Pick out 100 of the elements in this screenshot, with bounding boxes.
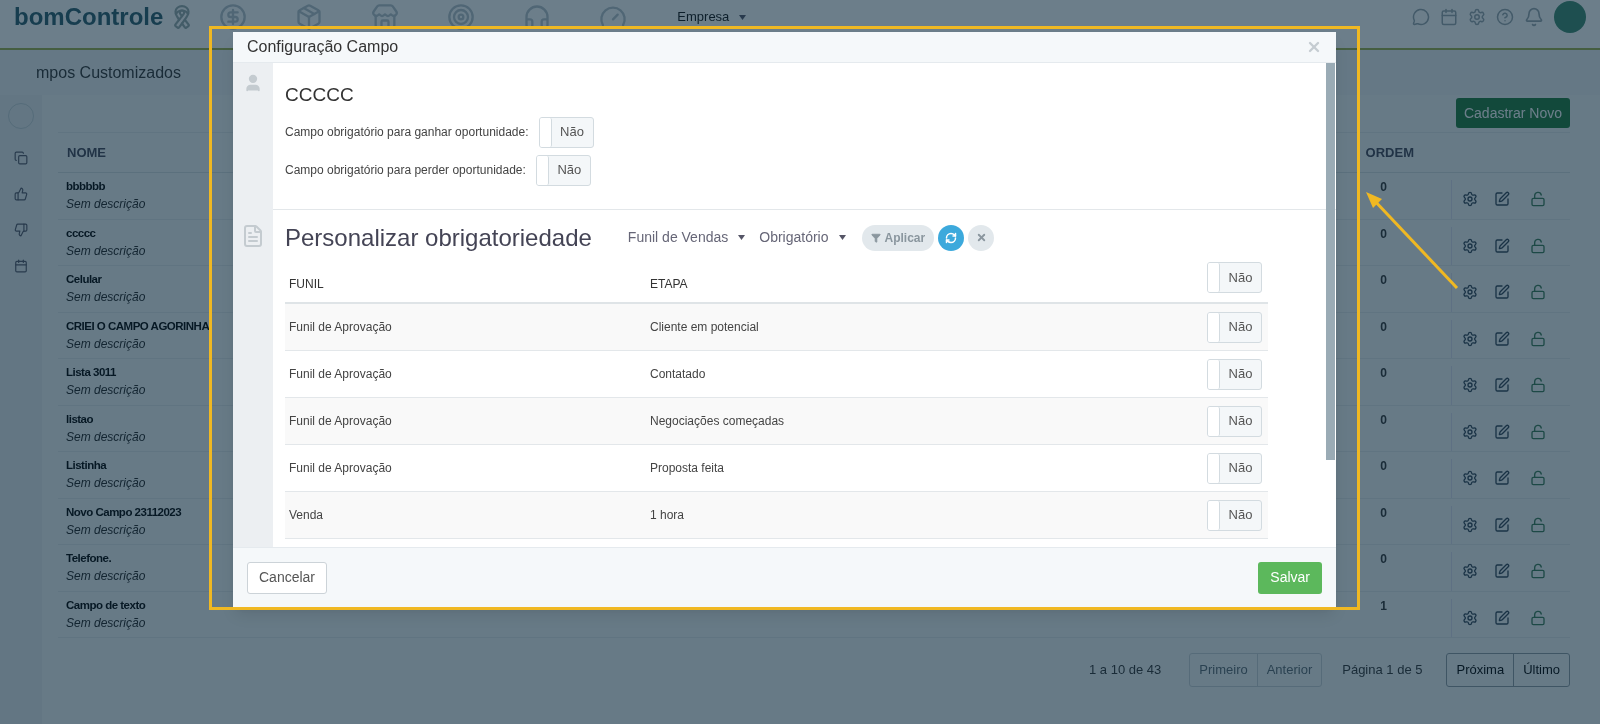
settings-icon[interactable]	[1462, 609, 1478, 626]
nav-icon[interactable]	[219, 3, 248, 31]
edit-icon[interactable]	[1494, 563, 1510, 580]
page-title: mpos Customizados	[36, 62, 181, 83]
table-cell-text: 1 hora	[650, 507, 686, 524]
edit-icon[interactable]	[1494, 191, 1510, 208]
filter-dropdown[interactable]: Funil de Vendas	[627, 227, 746, 248]
unlock-icon[interactable]	[1530, 191, 1546, 208]
settings-icon[interactable]	[1462, 191, 1478, 208]
toggle-switch[interactable]: Não	[535, 154, 591, 186]
column-header: FUNIL	[288, 275, 325, 293]
field-name: Celular	[66, 272, 103, 287]
table-cell-text: Contatado	[650, 366, 707, 383]
order-cell-text: 0	[1380, 504, 1387, 522]
thumbs-up-icon[interactable]	[14, 187, 28, 201]
unlock-icon[interactable]	[1530, 516, 1546, 533]
notification-icon[interactable]	[1524, 7, 1544, 27]
edit-icon[interactable]	[1494, 609, 1510, 626]
edit-icon[interactable]	[1494, 377, 1510, 394]
unlock-icon[interactable]	[1530, 563, 1546, 580]
caret-icon	[739, 14, 747, 20]
pagination-button[interactable]: Último	[1513, 654, 1569, 686]
edit-icon[interactable]	[1494, 516, 1510, 533]
table-cell-text: Funil de Aprovação	[288, 460, 393, 477]
field-name: CRIEI O CAMPO AGORINHA	[66, 318, 210, 334]
calendar-icon[interactable]	[14, 259, 28, 273]
field-description: Sem descrição	[66, 335, 147, 353]
chat-icon[interactable]	[1412, 8, 1430, 26]
unlock-icon[interactable]	[1530, 609, 1546, 626]
caret-icon	[738, 235, 746, 240]
order-cell-text: 0	[1380, 225, 1387, 243]
toggle-switch[interactable]: Não	[1207, 262, 1262, 293]
nav-icon[interactable]	[295, 3, 324, 31]
toggle-switch[interactable]: Não	[538, 116, 594, 148]
table-cell-text: Funil de Aprovação	[288, 366, 393, 383]
settings-icon[interactable]	[1462, 284, 1478, 301]
table-cell-text: Funil de Aprovação	[288, 413, 393, 430]
close-icon	[975, 232, 987, 243]
field-description: Sem descrição	[66, 289, 146, 307]
field-name: Lista 3011	[66, 365, 117, 380]
unlock-icon[interactable]	[1530, 237, 1546, 254]
copy-icon[interactable]	[14, 151, 28, 165]
cancel-button[interactable]: Cancelar	[247, 561, 328, 594]
nav-icon[interactable]	[447, 3, 476, 31]
settings-icon[interactable]	[1462, 563, 1478, 580]
pagination-range: 1 a 10 de 43	[1089, 661, 1162, 679]
filter-dropdown[interactable]: Obrigatório	[759, 227, 846, 248]
setting-label: Campo obrigatório para perder oportunidade:	[285, 162, 526, 179]
calendar-icon[interactable]	[1440, 8, 1458, 26]
column-header: ORDEM	[1365, 143, 1414, 162]
order-cell-text: 1	[1380, 597, 1387, 615]
scrollbar[interactable]	[1326, 63, 1335, 460]
unlock-icon[interactable]	[1530, 470, 1546, 487]
clear-button[interactable]	[968, 224, 995, 251]
settings-icon[interactable]	[1462, 516, 1478, 533]
table-cell-text: Negociações começadas	[650, 413, 786, 430]
pagination-button[interactable]: Próxima	[1447, 654, 1514, 686]
edit-icon[interactable]	[1494, 423, 1510, 440]
order-cell-text: 0	[1380, 318, 1387, 336]
edit-icon[interactable]	[1494, 470, 1510, 487]
field-description: Sem descrição	[66, 428, 146, 446]
settings-icon[interactable]	[1462, 237, 1478, 254]
field-name: Campo de texto	[66, 597, 146, 613]
settings-icon[interactable]	[1468, 8, 1486, 26]
field-description: Sem descrição	[66, 242, 146, 260]
column-header: NOME	[67, 143, 106, 162]
help-icon[interactable]	[1496, 8, 1514, 26]
edit-icon[interactable]	[1494, 330, 1510, 347]
thumbs-down-icon[interactable]	[14, 223, 28, 237]
avatar[interactable]	[1554, 1, 1586, 33]
order-cell-text: 0	[1380, 411, 1387, 429]
unlock-icon[interactable]	[1530, 377, 1546, 394]
toggle-switch[interactable]: Não	[1207, 499, 1262, 531]
order-cell-text: 0	[1380, 272, 1387, 289]
field-name: listao	[66, 411, 95, 427]
refresh-button[interactable]	[938, 224, 965, 251]
settings-icon[interactable]	[1462, 470, 1478, 487]
unlock-icon[interactable]	[1530, 423, 1546, 440]
edit-icon[interactable]	[1494, 284, 1510, 301]
field-description: Sem descrição	[66, 521, 147, 539]
toggle-switch[interactable]: Não	[1207, 311, 1262, 343]
edit-icon[interactable]	[1494, 237, 1510, 254]
table-cell-text: Venda	[288, 507, 325, 524]
toggle-switch[interactable]: Não	[1207, 452, 1262, 484]
settings-icon[interactable]	[1462, 377, 1478, 394]
settings-icon[interactable]	[1462, 423, 1478, 440]
toggle-switch[interactable]: Não	[1207, 405, 1262, 437]
company-menu[interactable]: Empresa	[677, 7, 747, 27]
settings-icon[interactable]	[1462, 330, 1478, 347]
filter-icon	[870, 232, 881, 243]
caret-icon	[838, 235, 846, 240]
order-cell-text: 0	[1380, 179, 1387, 196]
setting-label: Campo obrigatório para ganhar oportunidade:	[285, 124, 529, 141]
unlock-icon[interactable]	[1530, 330, 1546, 347]
field-description: Sem descrição	[66, 196, 146, 214]
page-info: Página 1 de 5	[1342, 661, 1423, 679]
toggle-switch[interactable]: Não	[1207, 358, 1262, 390]
document-icon	[241, 224, 265, 248]
unlock-icon[interactable]	[1530, 284, 1546, 301]
order-cell-text: 0	[1380, 365, 1387, 382]
